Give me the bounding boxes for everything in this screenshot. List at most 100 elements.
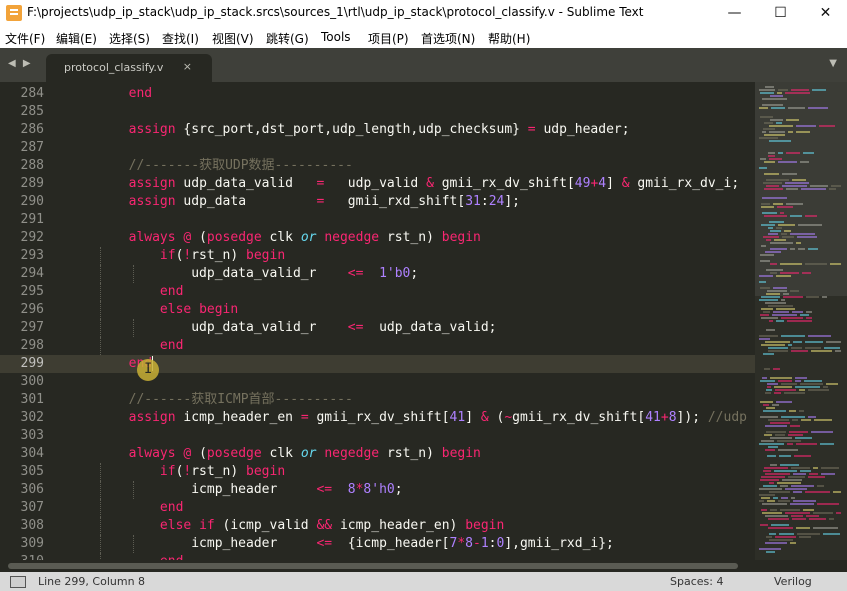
minimap-line <box>800 161 809 163</box>
code-line[interactable]: 302 assign icmp_header_en = gmii_rx_dv_s… <box>0 409 755 427</box>
minimap[interactable] <box>755 82 847 560</box>
minimap-line <box>760 158 766 160</box>
minimap-line <box>778 89 788 91</box>
minimap-line <box>775 434 785 436</box>
code-line[interactable]: 297 udp_data_valid_r <= udp_data_valid; <box>0 319 755 337</box>
menu-select[interactable]: 选择(S) <box>109 30 150 47</box>
minimap-line <box>759 275 773 277</box>
code-line[interactable]: 310 end <box>0 553 755 560</box>
code-line[interactable]: 284 end <box>0 85 755 103</box>
code-text: assign udp_data_valid = udp_valid & gmii… <box>128 176 740 191</box>
minimap-line <box>759 500 764 502</box>
minimap-line <box>791 515 803 517</box>
code-line[interactable]: 285 <box>0 103 755 121</box>
minimap-line <box>814 419 832 421</box>
minimap-line <box>762 131 766 133</box>
line-number: 304 <box>20 446 44 461</box>
code-line[interactable]: 307 end <box>0 499 755 517</box>
code-line[interactable]: 287 <box>0 139 755 157</box>
tab-dropdown-icon[interactable]: ▼ <box>829 58 837 69</box>
code-line[interactable]: 295 end <box>0 283 755 301</box>
menu-goto[interactable]: 跳转(G) <box>266 30 309 47</box>
minimap-line <box>769 221 784 223</box>
line-number: 290 <box>20 194 44 209</box>
minimap-line <box>766 536 772 538</box>
code-line[interactable]: 303 <box>0 427 755 445</box>
menu-view[interactable]: 视图(V) <box>212 30 254 47</box>
line-number: 309 <box>20 536 44 551</box>
minimap-line <box>761 308 773 310</box>
code-text: end <box>128 86 153 101</box>
minimap-line <box>761 497 770 499</box>
menu-tools[interactable]: Tools <box>321 30 351 44</box>
tab-close-icon[interactable]: × <box>183 60 192 73</box>
line-number: 284 <box>20 86 44 101</box>
menu-find[interactable]: 查找(I) <box>162 30 199 47</box>
minimize-button[interactable]: — <box>712 0 757 26</box>
minimap-line <box>763 311 770 313</box>
minimap-line <box>813 512 833 514</box>
minimap-line <box>764 161 775 163</box>
horizontal-scrollbar-thumb[interactable] <box>8 563 738 569</box>
minimap-line <box>812 89 826 91</box>
code-line[interactable]: 301 //------获取ICMP首部---------- <box>0 391 755 409</box>
minimap-line <box>765 425 787 427</box>
code-line[interactable]: 304 always @ (posedge clk or negedge rst… <box>0 445 755 463</box>
code-line[interactable]: 293 if(!rst_n) begin <box>0 247 755 265</box>
minimap-line <box>799 410 804 412</box>
minimap-line <box>765 515 788 517</box>
minimap-line <box>823 533 840 535</box>
code-line[interactable]: 298 end <box>0 337 755 355</box>
minimap-line <box>780 272 799 274</box>
horizontal-scrollbar[interactable] <box>0 560 847 572</box>
code-editor[interactable]: 284 end 285 286 assign {src_port,dst_port… <box>0 82 755 560</box>
tab-protocol-classify[interactable]: protocol_classify.v × <box>46 54 212 82</box>
code-line[interactable]: 294 udp_data_valid_r <= 1'b0; <box>0 265 755 283</box>
indentation-setting[interactable]: Spaces: 4 <box>670 575 723 588</box>
menu-edit[interactable]: 编辑(E) <box>56 30 97 47</box>
maximize-button[interactable]: ☐ <box>758 0 803 26</box>
code-line[interactable]: 292 always @ (posedge clk or negedge rst… <box>0 229 755 247</box>
minimap-line <box>796 527 810 529</box>
minimap-line <box>813 527 838 529</box>
minimap-line <box>760 416 778 418</box>
minimap-line <box>760 116 773 118</box>
code-line[interactable]: 299 end <box>0 355 755 373</box>
menu-help[interactable]: 帮助(H) <box>488 30 530 47</box>
code-line[interactable]: 309 icmp_header <= {icmp_header[7*8-1:0]… <box>0 535 755 553</box>
minimap-line <box>833 491 841 493</box>
code-line[interactable]: 289 assign udp_data_valid = udp_valid & … <box>0 175 755 193</box>
menu-preferences[interactable]: 首选项(N) <box>421 30 475 47</box>
minimap-line <box>768 305 793 307</box>
minimap-line <box>759 89 775 91</box>
line-number: 286 <box>20 122 44 137</box>
code-text: end <box>159 338 184 353</box>
code-line[interactable]: 290 assign udp_data = gmii_rxd_shift[31:… <box>0 193 755 211</box>
code-line[interactable]: 296 else begin <box>0 301 755 319</box>
code-line[interactable]: 306 icmp_header <= 8*8'h0; <box>0 481 755 499</box>
code-line[interactable]: 300 <box>0 373 755 391</box>
minimap-line <box>777 92 782 94</box>
code-line[interactable]: 305 if(!rst_n) begin <box>0 463 755 481</box>
minimap-line <box>782 185 807 187</box>
minimap-line <box>761 440 774 442</box>
minimap-line <box>776 275 791 277</box>
minimap-line <box>766 293 780 295</box>
syntax-selector[interactable]: Verilog <box>774 575 812 588</box>
code-line[interactable]: 288 //-------获取UDP数据---------- <box>0 157 755 175</box>
minimap-line <box>800 470 811 472</box>
minimap-line <box>766 329 775 331</box>
code-line[interactable]: 291 <box>0 211 755 229</box>
minimap-line <box>792 179 806 181</box>
minimap-line <box>768 527 793 529</box>
minimap-line <box>760 524 768 526</box>
close-button[interactable]: ✕ <box>803 0 847 26</box>
menu-project[interactable]: 项目(P) <box>368 30 409 47</box>
code-line[interactable]: 308 else if (icmp_valid && icmp_header_e… <box>0 517 755 535</box>
panel-toggle-icon[interactable] <box>10 576 26 588</box>
menu-file[interactable]: 文件(F) <box>5 30 45 47</box>
minimap-line <box>763 128 775 130</box>
tab-nav-arrows-icon[interactable]: ◀ ▶ <box>8 58 33 69</box>
code-line[interactable]: 286 assign {src_port,dst_port,udp_length… <box>0 121 755 139</box>
